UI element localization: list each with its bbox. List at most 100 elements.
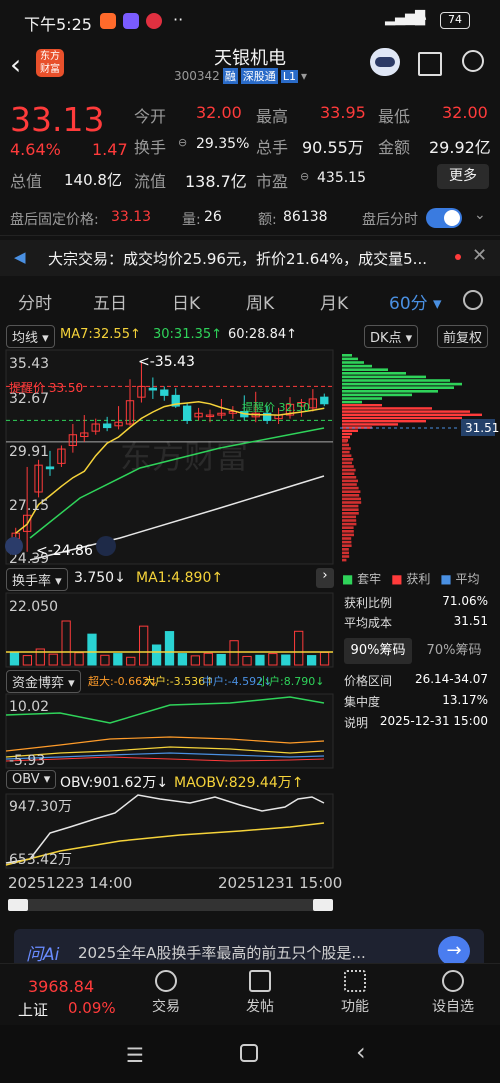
legend-profit-label: 获利 xyxy=(406,572,431,586)
y-label: 29.91 xyxy=(9,444,49,460)
candlestick-chart[interactable]: 东方财富 35.43 32.67 29.91 27.15 24.39 提醒价 3… xyxy=(0,348,336,566)
tab-90-chip[interactable]: 90%筹码 xyxy=(344,638,412,664)
avg-cost-label: 平均成本 xyxy=(344,616,393,630)
chip-bar-trapped xyxy=(342,368,388,371)
tab-daily[interactable]: 日K xyxy=(172,289,200,314)
post-button[interactable]: 发帖 xyxy=(242,970,278,1016)
notice-text: 大宗交易：成交均价25.96元，折价21.64%，成交量5... xyxy=(48,250,427,268)
chip-bar-profit xyxy=(342,544,352,547)
speaker-icon: ◀ xyxy=(14,248,26,266)
more-button[interactable]: 更多 xyxy=(437,164,489,189)
indicator-selector[interactable]: 换手率 ▾ xyxy=(6,568,68,591)
adjust-button[interactable]: 前复权 xyxy=(437,325,489,348)
quote-panel: 33.13 4.64% 1.47 今开 32.00 最高 33.95 最低 32… xyxy=(0,94,500,204)
fund-selector[interactable]: 资金博弈 ▾ xyxy=(6,670,81,693)
chip-bar-profit xyxy=(342,522,357,526)
pe-value: 435.15 xyxy=(317,170,366,186)
range-scrollbar[interactable] xyxy=(8,899,333,911)
concentration-label: 集中度 xyxy=(344,695,381,709)
legend-profit: ■ 获利 xyxy=(391,572,431,586)
profit-ratio-value: 71.06% xyxy=(442,594,488,608)
range-handle-right[interactable] xyxy=(313,899,333,911)
after-amt-label: 额: xyxy=(258,212,277,228)
watchlist-button[interactable]: 设自选 xyxy=(428,970,478,1016)
y-label-top: 35.43 xyxy=(9,356,49,372)
note-value: 2025-12-31 15:00 xyxy=(379,714,488,728)
legend-average-label: 平均 xyxy=(455,572,480,586)
tab-timeshare[interactable]: 分时 xyxy=(18,289,52,314)
unread-dot xyxy=(455,254,461,260)
chip-bar-trapped xyxy=(342,361,364,364)
chip-bar-profit xyxy=(342,515,356,519)
obv-selector[interactable]: OBV ▾ xyxy=(6,770,57,789)
next-indicator-icon[interactable]: › xyxy=(316,568,334,588)
share-icon[interactable] xyxy=(418,52,442,76)
dropdown-icon[interactable]: ▾ xyxy=(301,69,307,83)
tab-weekly[interactable]: 周K xyxy=(246,289,274,314)
trade-button[interactable]: 交易 xyxy=(148,970,184,1016)
function-button[interactable]: 功能 xyxy=(337,970,373,1016)
search-icon[interactable] xyxy=(462,50,484,72)
ai-send-icon[interactable]: → xyxy=(438,936,470,966)
chip-bar-profit xyxy=(342,468,356,472)
volume-label: 总手 xyxy=(256,138,289,157)
close-icon[interactable]: ✕ xyxy=(472,245,487,266)
after-hours-toggle[interactable] xyxy=(426,208,462,228)
dk-point-button[interactable]: DK点 ▾ xyxy=(364,325,419,348)
edit-icon xyxy=(249,970,271,992)
home-nav-icon[interactable] xyxy=(240,1044,258,1062)
indicator-selector-label: 换手率 xyxy=(12,574,52,589)
low-value: 32.00 xyxy=(442,103,488,122)
chip-bar-trapped xyxy=(342,354,352,357)
turnover-legend-row: 换手率 ▾ 3.750↓ MA1:4.890↑ › xyxy=(6,568,336,591)
y-label: 27.15 xyxy=(9,498,49,514)
menu-nav-icon[interactable]: ☰ xyxy=(126,1043,144,1067)
chip-bar-profit xyxy=(342,508,359,511)
index-pct: 0.09% xyxy=(68,999,116,1017)
tab-70-chip[interactable]: 70%筹码 xyxy=(420,638,488,664)
chip-bar-profit xyxy=(342,447,351,450)
tab-60min[interactable]: 60分 ▾ xyxy=(389,289,442,314)
chip-bar-profit xyxy=(342,465,354,468)
settings-icon[interactable] xyxy=(463,290,483,310)
info-icon[interactable]: ⊖ xyxy=(300,170,309,183)
system-nav-bar: ☰ ‹ xyxy=(0,1025,500,1083)
profit-ratio-label: 获利比例 xyxy=(344,596,393,610)
assistant-avatar-icon[interactable] xyxy=(370,48,400,76)
tag-margin: 融 xyxy=(222,68,238,84)
notice-bar[interactable]: ◀ 大宗交易：成交均价25.96元，折价21.64%，成交量5... ✕ xyxy=(0,240,500,276)
candle-body xyxy=(148,387,158,391)
tab-monthly[interactable]: 月K xyxy=(320,289,348,314)
turnover-bar xyxy=(164,631,175,666)
expand-icon[interactable]: ⌄ xyxy=(474,207,486,223)
last-price: 33.13 xyxy=(10,100,105,139)
ma-selector[interactable]: 均线 ▾ xyxy=(6,325,55,348)
range-handle-left[interactable] xyxy=(8,899,28,911)
chip-bar-profit xyxy=(342,479,358,483)
collapse-icon[interactable] xyxy=(5,537,23,555)
after-hours-row: 盘后固定价格: 33.13 量: 26 额: 86138 盘后分时 ⌄ xyxy=(0,204,500,236)
after-vol-label: 量: xyxy=(182,212,201,228)
chip-bar-trapped xyxy=(342,390,438,393)
turnover-bar xyxy=(281,654,291,666)
chip-bar-trapped xyxy=(342,393,412,397)
tab-five-day[interactable]: 五日 xyxy=(93,289,127,314)
turnover-bar xyxy=(9,652,20,666)
range-label: 价格区间 xyxy=(344,674,393,688)
tag-level: L1 xyxy=(280,69,298,83)
chip-bar-profit xyxy=(342,458,354,461)
info-icon[interactable]: ⊖ xyxy=(178,136,187,149)
back-nav-icon[interactable]: ‹ xyxy=(356,1038,366,1066)
mktcap-value: 140.8亿 xyxy=(64,171,122,189)
ma30-value: 30:31.35↑ xyxy=(153,327,223,342)
turnover-ma: MA1:4.890↑ xyxy=(136,570,224,586)
expand-arrow-icon[interactable] xyxy=(96,536,116,556)
fund-chart: 10.02 -5.93 xyxy=(5,693,334,769)
turnover-chart: 22.050 xyxy=(5,592,334,668)
chip-bar-profit xyxy=(342,436,350,439)
turnover-bar xyxy=(306,655,317,666)
chip-legend: ■ 套牢 ■ 获利 ■ 平均 xyxy=(342,570,500,587)
chip-bar-profit xyxy=(342,440,348,443)
high-value: 33.95 xyxy=(320,103,366,122)
chip-bar-profit xyxy=(342,423,398,426)
